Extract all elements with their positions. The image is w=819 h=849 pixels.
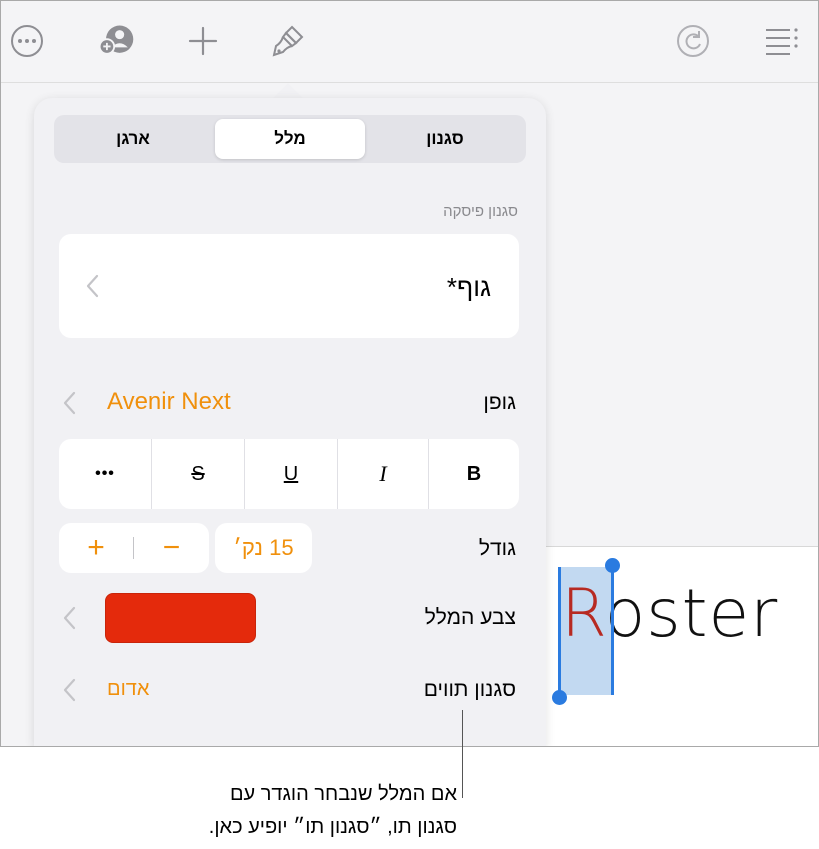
font-label: גופן bbox=[483, 391, 516, 414]
selection-end-bar bbox=[611, 567, 614, 695]
more-text-options-button[interactable]: ••• bbox=[59, 439, 151, 509]
chevron-left-icon bbox=[86, 274, 99, 298]
title-rest[interactable]: oster bbox=[605, 575, 778, 652]
size-decrease-button[interactable]: − bbox=[134, 523, 209, 573]
text-color-label: צבע המלל bbox=[424, 606, 516, 629]
app-window: Roster סגנון מלל ארגן סגנון פיסקה גוף* ג… bbox=[0, 0, 819, 747]
popover-arrow bbox=[272, 83, 304, 99]
caption-line-1: אם המלל שנבחר הוגדר עם bbox=[229, 783, 457, 805]
callout-line bbox=[462, 710, 463, 798]
collaborate-icon[interactable] bbox=[96, 21, 136, 61]
bold-button[interactable]: B bbox=[429, 439, 519, 509]
tab-style[interactable]: סגנון bbox=[370, 119, 520, 159]
character-style-label: סגנון תווים bbox=[423, 678, 516, 701]
toolbar bbox=[1, 1, 818, 83]
paragraph-style-label: סגנון פיסקה bbox=[443, 203, 518, 220]
selected-letter[interactable]: R bbox=[561, 575, 605, 652]
document-title-text[interactable]: Roster bbox=[561, 581, 778, 647]
paragraph-style-button[interactable]: גוף* bbox=[59, 234, 519, 338]
text-style-buttons: ••• S U I B bbox=[59, 439, 519, 509]
tab-text[interactable]: מלל bbox=[215, 119, 365, 159]
format-brush-icon[interactable] bbox=[269, 21, 309, 61]
undo-icon[interactable] bbox=[673, 21, 713, 61]
underline-button[interactable]: U bbox=[245, 439, 337, 509]
selection-start-bar bbox=[558, 567, 561, 695]
add-icon[interactable] bbox=[183, 21, 223, 61]
size-increase-button[interactable]: + bbox=[59, 523, 133, 573]
size-label: גודל bbox=[478, 537, 516, 560]
size-value-field[interactable]: 15 נק׳ bbox=[215, 523, 312, 573]
document-outline-icon[interactable] bbox=[761, 21, 801, 61]
size-stepper: + − bbox=[59, 523, 209, 573]
font-name[interactable]: Avenir Next bbox=[107, 388, 231, 416]
format-popover: סגנון מלל ארגן סגנון פיסקה גוף* גופן Ave… bbox=[34, 98, 546, 746]
strikethrough-button[interactable]: S bbox=[152, 439, 244, 509]
chevron-left-icon[interactable] bbox=[62, 678, 76, 702]
tab-arrange[interactable]: ארגן bbox=[58, 119, 208, 159]
chevron-left-icon[interactable] bbox=[62, 391, 76, 415]
character-style-value[interactable]: אדום bbox=[107, 678, 149, 701]
selection-end-handle[interactable] bbox=[605, 558, 620, 573]
text-color-swatch[interactable] bbox=[105, 593, 256, 643]
selection-start-handle[interactable] bbox=[552, 690, 567, 705]
italic-button[interactable]: I bbox=[338, 439, 428, 509]
more-icon[interactable] bbox=[7, 21, 47, 61]
caption-text: אם המלל שנבחר הוגדר עם סגנון תו, ״סגנון … bbox=[57, 778, 457, 844]
paragraph-style-value: גוף* bbox=[446, 272, 491, 302]
caption-line-2: סגנון תו, ״סגנון תו״ יופיע כאן. bbox=[208, 816, 457, 838]
format-tabs: סגנון מלל ארגן bbox=[54, 115, 526, 163]
chevron-left-icon[interactable] bbox=[62, 606, 76, 630]
